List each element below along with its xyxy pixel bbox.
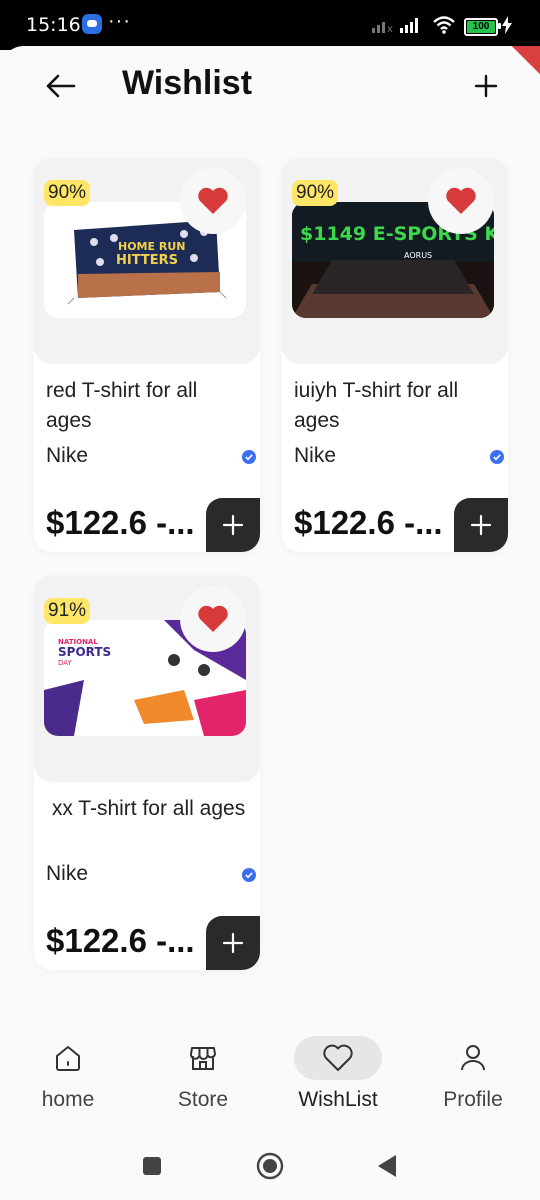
product-card[interactable]: NATIONAL SPORTS DAY 91% xx T-shirt for a…	[34, 576, 260, 970]
signal-icon: x	[372, 18, 418, 33]
chat-notification-icon	[82, 14, 102, 34]
charging-icon	[502, 16, 512, 34]
discount-badge: 91%	[44, 598, 91, 624]
debug-banner	[500, 46, 540, 86]
more-notifications-icon: ···	[108, 10, 131, 32]
product-card[interactable]: HOME RUN HITTERS 90% red T-shirt for all…	[34, 158, 260, 552]
bottom-navigation: home Store WishList Profile	[0, 1024, 540, 1134]
heart-filled-icon	[198, 605, 228, 632]
system-navigation-bar	[0, 1134, 540, 1200]
heart-filled-icon	[198, 187, 228, 214]
nav-icon-wrap	[24, 1036, 112, 1080]
product-price: $122.6 -...	[294, 504, 443, 541]
product-price: $122.6 -...	[46, 922, 195, 959]
nav-item-store[interactable]: Store	[143, 1036, 263, 1112]
verified-icon	[242, 868, 256, 882]
home-circle-icon[interactable]	[256, 1152, 284, 1180]
favorite-button[interactable]	[428, 168, 494, 234]
home-icon	[56, 1046, 80, 1071]
product-card[interactable]: $1149 E-SPORTS KING AORUS 90% iuiyh T-sh…	[282, 158, 508, 552]
plus-icon	[470, 514, 492, 536]
verified-icon	[490, 450, 504, 464]
battery-level: 100	[467, 21, 495, 33]
recent-apps-icon[interactable]	[142, 1156, 162, 1176]
add-to-cart-button[interactable]	[206, 916, 260, 970]
image-text-1: HOME RUN	[118, 240, 185, 253]
nav-label: WishList	[298, 1088, 378, 1111]
user-icon	[461, 1045, 485, 1071]
nav-label: home	[41, 1088, 95, 1111]
add-to-cart-button[interactable]	[454, 498, 508, 552]
product-brand: Nike	[46, 862, 89, 885]
image-text-2: AORUS	[404, 251, 432, 260]
add-to-cart-button[interactable]	[206, 498, 260, 552]
image-text-2: HITTERS	[116, 253, 178, 268]
nav-label: Store	[177, 1088, 229, 1111]
nav-item-home[interactable]: home	[8, 1036, 128, 1112]
product-title: red T-shirt for all ages	[46, 379, 198, 432]
page-title: Wishlist	[122, 64, 253, 102]
svg-text:x: x	[387, 24, 393, 33]
image-text-3: DAY	[58, 659, 73, 667]
nav-icon-wrap	[159, 1036, 247, 1080]
nav-item-wishlist[interactable]: WishList	[278, 1036, 398, 1112]
plus-icon	[222, 514, 244, 536]
discount-badge: 90%	[44, 180, 91, 206]
back-triangle-icon[interactable]	[376, 1154, 398, 1178]
favorite-button[interactable]	[180, 586, 246, 652]
store-icon	[190, 1047, 216, 1070]
status-time: 15:16	[26, 14, 81, 36]
discount-badge: 90%	[292, 180, 339, 206]
image-text-2: SPORTS	[58, 645, 111, 659]
back-button[interactable]	[40, 68, 80, 104]
verified-icon	[242, 450, 256, 464]
nav-item-profile[interactable]: Profile	[413, 1036, 533, 1112]
favorite-button[interactable]	[180, 168, 246, 234]
plus-icon	[222, 932, 244, 954]
wifi-icon	[433, 16, 455, 34]
heart-filled-icon	[446, 187, 476, 214]
product-title: iuiyh T-shirt for all ages	[294, 379, 459, 432]
nav-icon-wrap	[429, 1036, 517, 1080]
status-bar: 15:16 ··· x 100	[0, 0, 540, 50]
nav-icon-wrap	[294, 1036, 382, 1080]
heart-icon	[323, 1044, 353, 1071]
product-title: xx T-shirt for all ages	[46, 797, 246, 820]
plus-icon	[474, 74, 498, 98]
product-brand: Nike	[294, 444, 337, 467]
nav-label: Profile	[443, 1088, 503, 1111]
product-brand: Nike	[46, 444, 89, 467]
arrow-left-icon	[46, 74, 76, 98]
battery-icon: 100	[464, 18, 501, 36]
add-button[interactable]	[468, 68, 504, 104]
product-price: $122.6 -...	[46, 504, 195, 541]
screen: 15:16 ··· x 100 Wishlist HOME RUN HITTER…	[0, 0, 540, 1200]
